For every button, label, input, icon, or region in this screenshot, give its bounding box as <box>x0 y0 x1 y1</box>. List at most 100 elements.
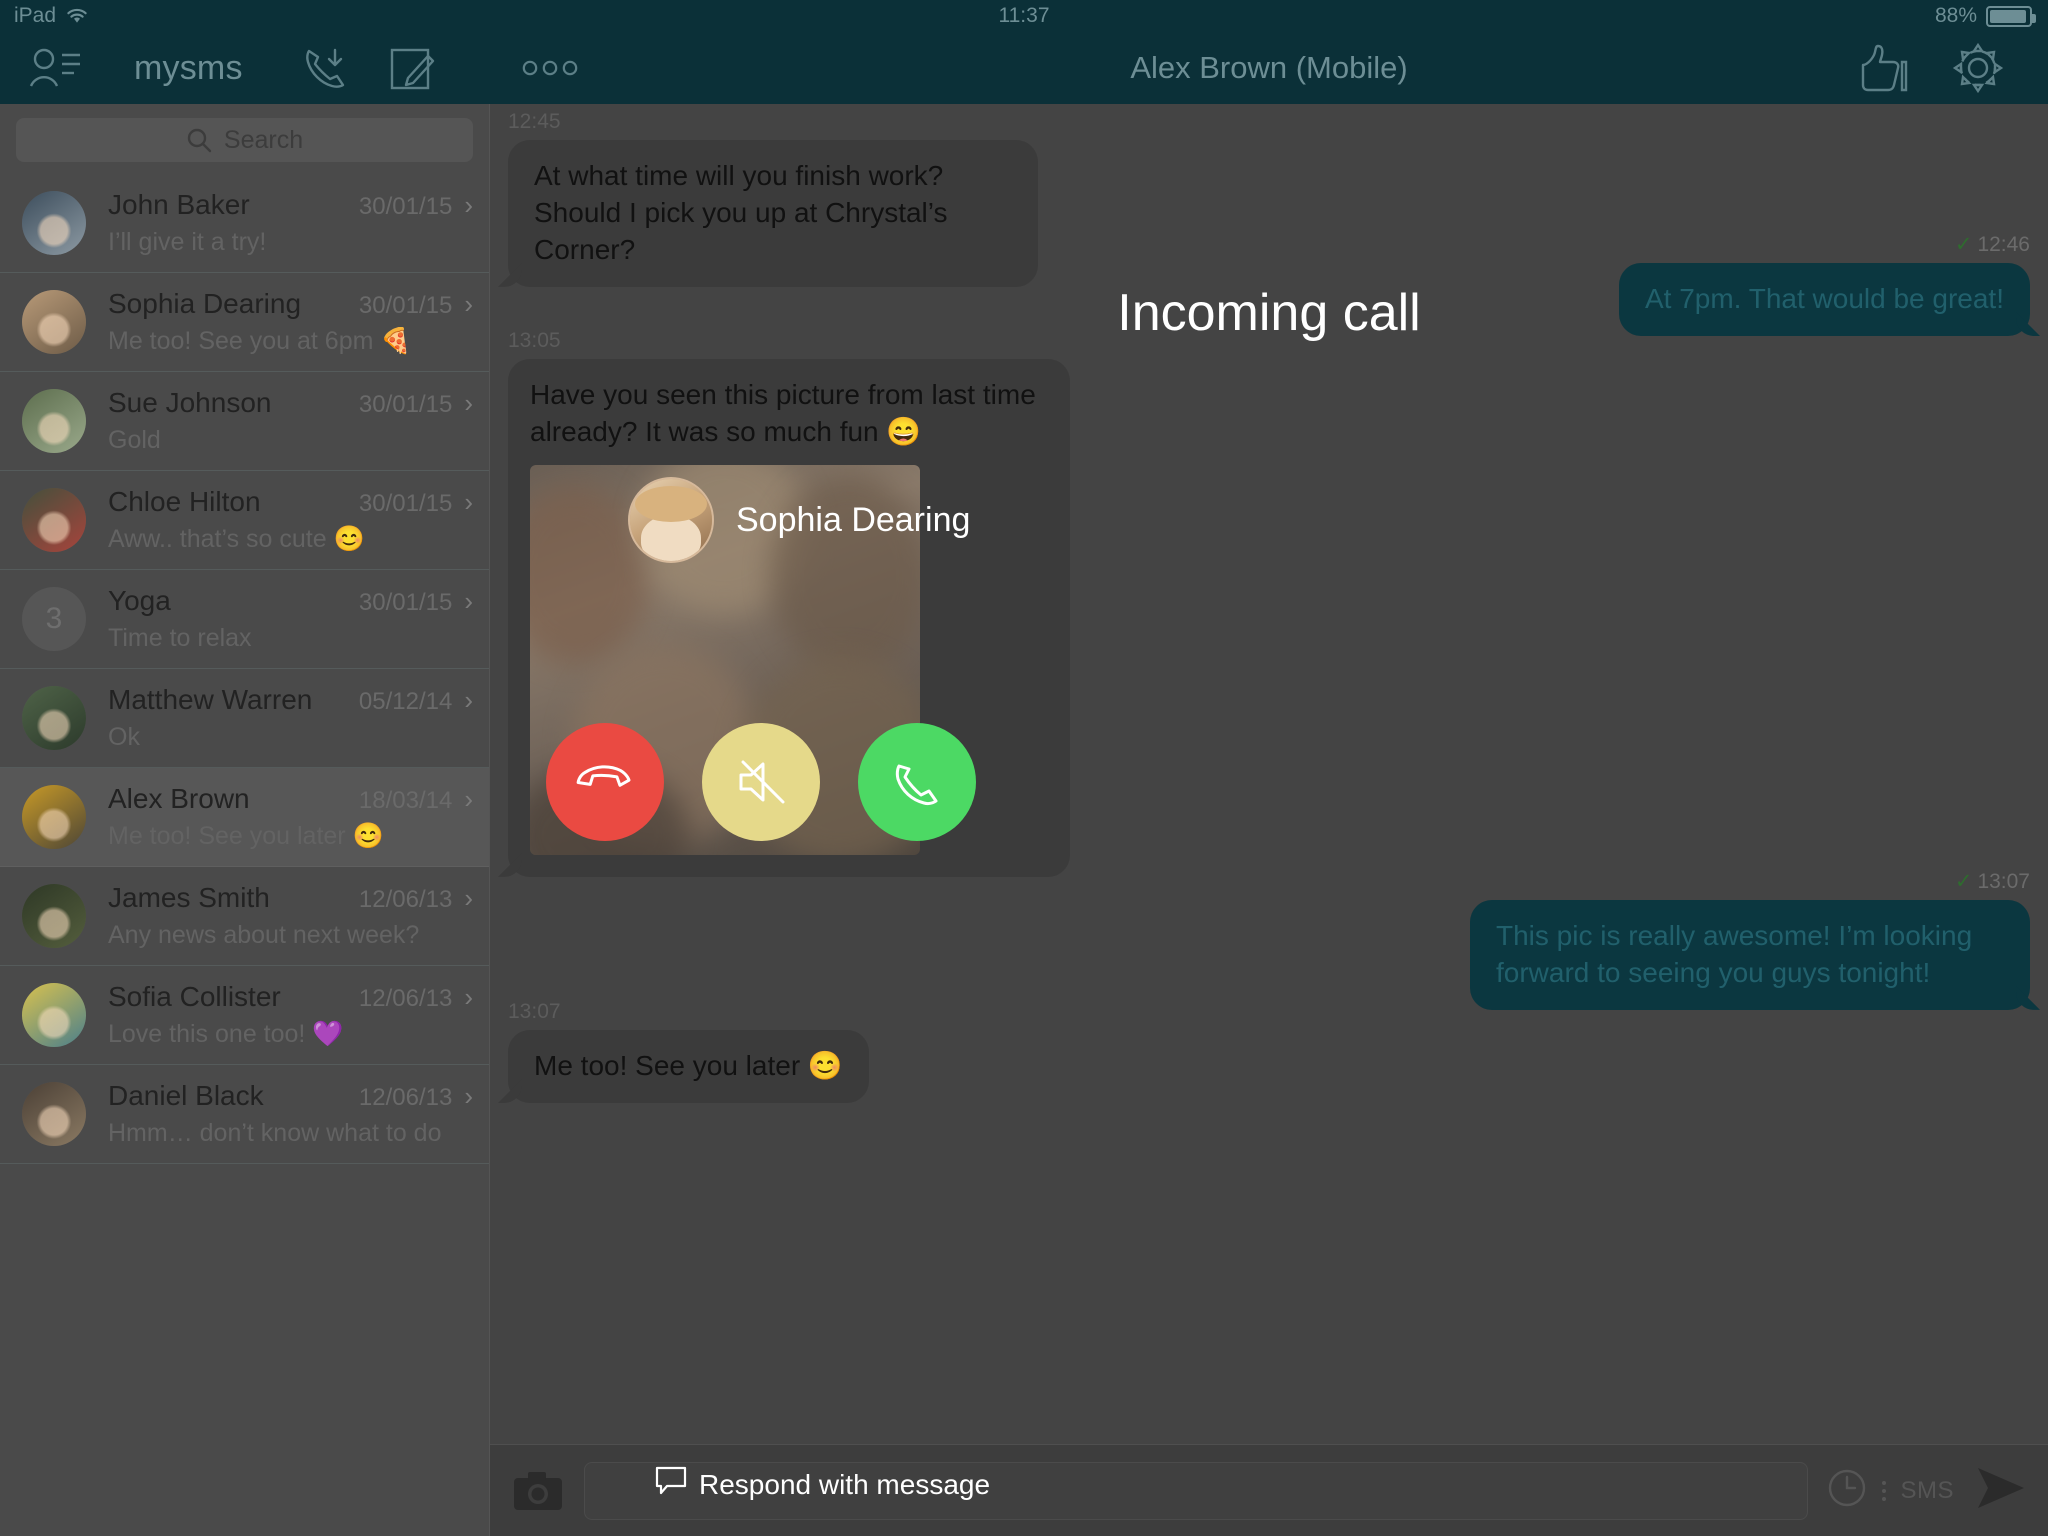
delivered-check-icon: ✓ <box>1954 233 1973 256</box>
message-timestamp: 13:07 <box>508 1000 561 1023</box>
conversation-header: Sue Johnson 30/01/15 › <box>108 387 473 419</box>
compose-icon[interactable] <box>381 37 443 99</box>
accept-call-button[interactable] <box>858 723 976 841</box>
message-timestamp: 12:45 <box>508 110 561 133</box>
conversation-row[interactable]: John Baker 30/01/15 › I’ll give it a try! <box>0 174 489 273</box>
conversation-header: John Baker 30/01/15 › <box>108 189 473 221</box>
conversation-preview: Time to relax <box>108 624 252 652</box>
chevron-right-icon[interactable]: › <box>464 885 473 911</box>
contact-name: Alex Brown <box>108 783 250 814</box>
conversation-date: 18/03/14 <box>358 787 453 814</box>
conversation-row[interactable]: James Smith 12/06/13 › Any news about next … <box>0 867 489 966</box>
chevron-right-icon[interactable]: › <box>464 984 473 1010</box>
incoming-call-icon[interactable] <box>295 37 357 99</box>
chat-title: Alex Brown (Mobile) <box>1130 50 1408 85</box>
mute-call-button[interactable] <box>702 723 820 841</box>
vertical-dots-icon[interactable] <box>1882 1480 1887 1501</box>
message-bubble-incoming[interactable]: Me too! See you later 😊 <box>508 1030 869 1103</box>
conversation-preview: I’ll give it a try! <box>108 228 267 256</box>
conversation-preview: Me too! See you later 😊 <box>108 822 384 850</box>
conversation-row[interactable]: Daniel Black 12/06/13 › Hmm… don’t know wha… <box>0 1065 489 1164</box>
avatar <box>22 884 86 948</box>
decline-call-button[interactable] <box>546 723 664 841</box>
conversation-list[interactable]: John Baker 30/01/15 › I’ll give it a try! So… <box>0 174 489 1164</box>
conversation-row[interactable]: Matthew Warren 05/12/14 › Ok <box>0 669 489 768</box>
conversation-row[interactable]: Sofia Collister 12/06/13 › Love this one to… <box>0 966 489 1065</box>
conversation-preview: Ok <box>108 723 140 751</box>
message-bubble-outgoing[interactable]: This pic is really awesome! I’m looking … <box>1470 900 2030 1010</box>
chevron-right-icon[interactable]: › <box>464 687 473 713</box>
clock-icon[interactable] <box>1826 1467 1868 1514</box>
conversation-details: Sophia Dearing 30/01/15 › Me too! See you a… <box>108 288 473 356</box>
conversation-details: John Baker 30/01/15 › I’ll give it a try! <box>108 189 473 257</box>
chevron-right-icon[interactable]: › <box>464 1083 473 1109</box>
conversation-details: Alex Brown 18/03/14 › Me too! See you later… <box>108 783 473 851</box>
mysms-app-window: iPad 11:37 88% mysms Alex Brown (Mobile)… <box>0 0 2048 1536</box>
contacts-icon[interactable] <box>22 35 88 101</box>
message-row: 12:45 At what time will you finish work?… <box>508 110 1038 287</box>
conversation-date: 12/06/13 <box>358 886 453 913</box>
conversation-details: Daniel Black 12/06/13 › Hmm… don’t know wha… <box>108 1080 473 1148</box>
conversation-date: 30/01/15 <box>358 391 453 418</box>
status-bar-clock: 11:37 <box>998 4 1050 27</box>
message-timestamp: ✓ 12:46 <box>1619 232 2030 257</box>
conversation-row[interactable]: Sue Johnson 30/01/15 › Gold <box>0 372 489 471</box>
chevron-right-icon[interactable]: › <box>464 192 473 218</box>
conversation-preview: Hmm… don’t know what to do <box>108 1119 442 1147</box>
search-icon <box>186 127 212 153</box>
conversation-header: Sofia Collister 12/06/13 › <box>108 981 473 1013</box>
avatar <box>22 785 86 849</box>
timestamp-text: 12:46 <box>1977 233 2030 256</box>
respond-with-message-button[interactable]: Respond with message <box>655 1466 990 1503</box>
chevron-right-icon[interactable]: › <box>464 588 473 614</box>
contact-name: Sofia Collister <box>108 981 281 1012</box>
battery-icon <box>1986 5 2036 27</box>
contact-name: Yoga <box>108 585 171 616</box>
conversation-header: Yoga 30/01/15 › <box>108 585 473 617</box>
contact-name: John Baker <box>108 189 250 220</box>
search-placeholder: Search <box>223 125 304 154</box>
chevron-right-icon[interactable]: › <box>464 291 473 317</box>
conversation-header: Sophia Dearing 30/01/15 › <box>108 288 473 320</box>
conversation-row[interactable]: 3 Yoga 30/01/15 › Time to relax <box>0 570 489 669</box>
send-icon[interactable] <box>1974 1466 2028 1515</box>
chevron-right-icon[interactable]: › <box>464 390 473 416</box>
respond-label: Respond with message <box>699 1468 991 1500</box>
nav-bar-right-section: Alex Brown (Mobile) <box>490 32 2048 104</box>
thumbs-up-icon[interactable] <box>1850 36 1914 100</box>
conversation-header: Chloe Hilton 30/01/15 › <box>108 486 473 518</box>
message-bubble-incoming[interactable]: At what time will you finish work? Shoul… <box>508 140 1038 287</box>
conversation-row[interactable]: Alex Brown 18/03/14 › Me too! See you later… <box>0 768 489 867</box>
call-action-buttons <box>546 723 976 841</box>
conversation-sidebar[interactable]: Search John Baker 30/01/15 › I’ll give it a… <box>0 104 490 1536</box>
input-toolbar-actions: SMS <box>1826 1466 2028 1515</box>
conversation-header: James Smith 12/06/13 › <box>108 882 473 914</box>
conversation-row[interactable]: Chloe Hilton 30/01/15 › Aww.. that’s so cut… <box>0 471 489 570</box>
conversation-details: Yoga 30/01/15 › Time to relax <box>108 585 473 653</box>
avatar <box>22 488 86 552</box>
badge-count: 3 <box>45 602 63 635</box>
battery-percent-label: 88% <box>1934 4 1977 27</box>
app-title: mysms <box>134 48 243 87</box>
avatar <box>22 290 86 354</box>
send-type-label[interactable]: SMS <box>1900 1477 1954 1505</box>
chevron-right-icon[interactable]: › <box>464 786 473 812</box>
chevron-right-icon[interactable]: › <box>464 489 473 515</box>
message-bubble-outgoing[interactable]: At 7pm. That would be great! <box>1618 263 2030 336</box>
avatar <box>22 191 86 255</box>
nav-bar-left-section: mysms <box>0 32 490 104</box>
camera-icon[interactable] <box>510 1470 566 1512</box>
conversation-preview: Any news about next week? <box>108 921 420 949</box>
conversation-date: 30/01/15 <box>358 292 453 319</box>
conversation-row[interactable]: Sophia Dearing 30/01/15 › Me too! See you a… <box>0 273 489 372</box>
conversation-details: Matthew Warren 05/12/14 › Ok <box>108 684 473 752</box>
search-container: Search <box>0 104 489 174</box>
navigation-bar: mysms Alex Brown (Mobile) <box>0 32 2048 104</box>
conversation-details: Sofia Collister 12/06/13 › Love this one to… <box>108 981 473 1049</box>
conversation-details: Sue Johnson 30/01/15 › Gold <box>108 387 473 455</box>
search-input[interactable]: Search <box>16 118 473 162</box>
conversation-details: James Smith 12/06/13 › Any news about next … <box>108 882 473 950</box>
contact-name: James Smith <box>108 882 270 913</box>
message-timestamp: 13:05 <box>508 329 561 352</box>
gear-icon[interactable] <box>1946 36 2010 100</box>
